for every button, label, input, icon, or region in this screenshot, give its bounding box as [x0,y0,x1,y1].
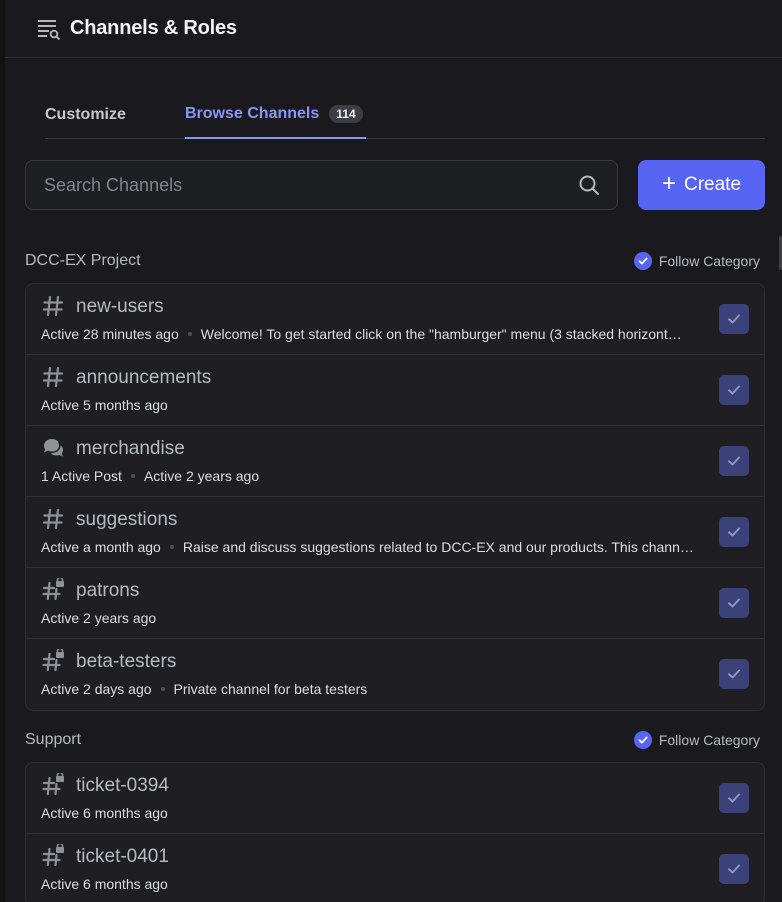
category-header-support: Support Follow Category [25,727,765,753]
channel-topic: Private channel for beta testers [173,681,368,697]
follow-category-label: Follow Category [658,253,760,269]
separator-dot [130,474,135,479]
separator-dot [160,687,165,692]
channel-activity: Active a month ago [41,539,161,555]
channel-row[interactable]: suggestions Active a month ago Raise and … [26,497,764,568]
tab-browse-label: Browse Channels [185,104,320,122]
channel-activity: Active 2 days ago [41,681,152,697]
search-input[interactable] [44,174,577,196]
channel-activity: Active 6 months ago [41,805,168,821]
follow-channel-checkbox[interactable] [719,854,749,884]
locked-hash-icon [41,771,67,799]
channel-meta: Active 2 days ago Private channel for bet… [41,681,694,697]
channel-meta: Active 5 months ago [41,397,694,413]
category-name: Support [25,731,82,748]
search-icon[interactable] [577,173,601,197]
hash-icon [41,507,67,533]
channel-name: ticket-0401 [76,846,169,867]
channel-row[interactable]: ticket-0401 Active 6 months ago [26,834,764,902]
checkmark-icon [633,252,652,270]
channel-row[interactable]: patrons Active 2 years ago [26,568,764,639]
channel-row[interactable]: beta-testers Active 2 days ago Private ch… [26,639,764,710]
tab-customize[interactable]: Customize [45,90,126,139]
channel-name: announcements [76,367,212,388]
channel-name: beta-testers [76,651,177,672]
create-button[interactable]: + Create [638,160,765,210]
channel-list-support: ticket-0394 Active 6 months ago ticket-0… [25,762,765,902]
channel-meta: Active 28 minutes ago Welcome! To get sta… [41,326,694,342]
channel-row[interactable]: merchandise 1 Active Post Active 2 years … [26,426,764,497]
channel-topic: Active 2 years ago [143,468,260,484]
follow-category-toggle[interactable]: Follow Category [633,252,760,270]
channel-row[interactable]: ticket-0394 Active 6 months ago [26,763,764,834]
locked-hash-icon [41,576,67,604]
follow-channel-checkbox[interactable] [719,375,749,405]
follow-category-toggle[interactable]: Follow Category [633,731,760,749]
follow-channel-checkbox[interactable] [719,783,749,813]
category-name: DCC-EX Project [25,252,141,269]
page-title: Channels & Roles [70,17,237,39]
follow-channel-checkbox[interactable] [719,517,749,547]
tab-bar: Customize Browse Channels 114 [45,90,765,139]
forum-icon [41,436,67,462]
tab-browse-channels[interactable]: Browse Channels 114 [185,90,366,139]
locked-hash-icon [41,647,67,675]
checkmark-icon [633,731,652,749]
tab-customize-label: Customize [45,105,126,123]
channel-meta: Active 6 months ago [41,805,694,821]
hash-icon [41,365,67,391]
separator-dot [187,332,192,337]
channel-activity: Active 6 months ago [41,876,168,892]
channel-topic: Raise and discuss suggestions related to… [182,539,694,555]
follow-channel-checkbox[interactable] [719,659,749,689]
left-edge [0,0,5,902]
channel-list-icon [37,16,63,42]
channel-activity: Active 2 years ago [41,610,157,626]
channel-count-badge: 114 [329,104,363,123]
channel-row[interactable]: announcements Active 5 months ago [26,355,764,426]
locked-hash-icon [41,842,67,870]
channel-name: suggestions [76,509,178,530]
channel-topic: Welcome! To get started click on the "ha… [200,326,682,342]
create-label: Create [683,174,742,195]
channel-name: patrons [76,580,140,601]
separator-dot [169,545,174,550]
channel-meta: Active 6 months ago [41,876,694,892]
channel-name: ticket-0394 [76,775,169,796]
channel-list-dcc-ex: new-users Active 28 minutes ago Welcome! … [25,283,765,711]
channel-name: new-users [76,296,164,317]
follow-channel-checkbox[interactable] [719,304,749,334]
channel-name: merchandise [76,438,185,459]
search-box [25,160,618,210]
follow-channel-checkbox[interactable] [719,588,749,618]
follow-category-label: Follow Category [658,732,760,748]
channel-meta: 1 Active Post Active 2 years ago [41,468,694,484]
channel-row[interactable]: new-users Active 28 minutes ago Welcome! … [26,284,764,355]
channel-meta: Active 2 years ago [41,610,694,626]
channel-activity: 1 Active Post [41,468,122,484]
hash-icon [41,294,67,320]
channel-activity: Active 5 months ago [41,397,168,413]
plus-icon: + [661,170,676,197]
follow-channel-checkbox[interactable] [719,446,749,476]
page-header: Channels & Roles [5,0,782,58]
channel-activity: Active 28 minutes ago [41,326,179,342]
category-header-dcc-ex: DCC-EX Project Follow Category [25,248,765,274]
channel-meta: Active a month ago Raise and discuss sugg… [41,539,694,555]
